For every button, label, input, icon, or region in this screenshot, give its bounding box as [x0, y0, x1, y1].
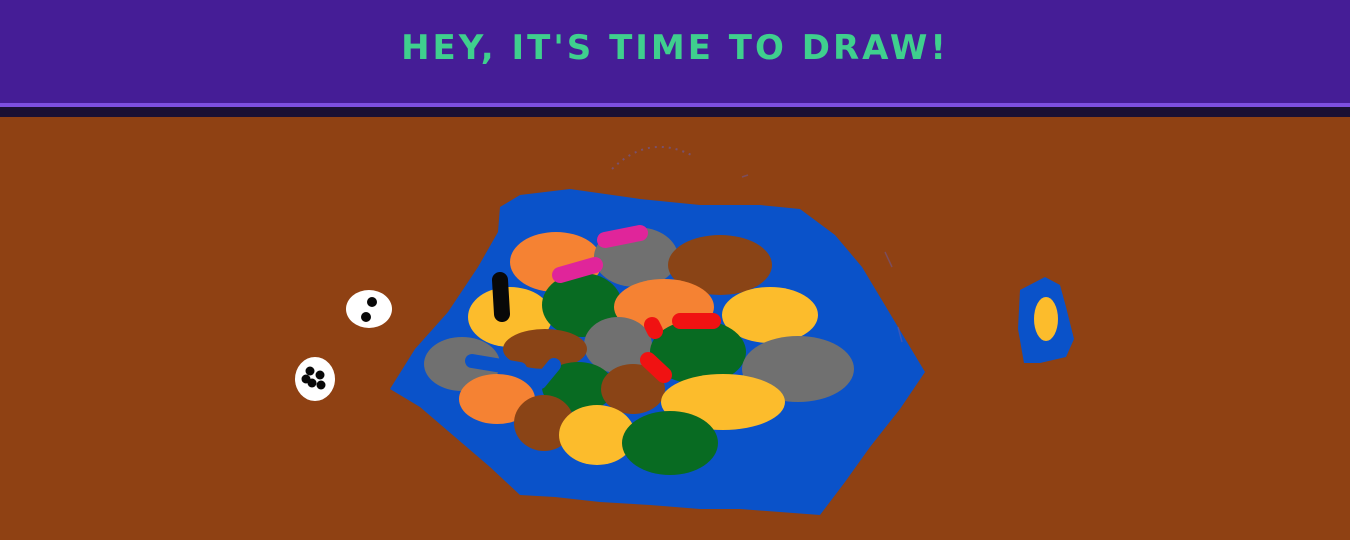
- drawing-canvas[interactable]: [0, 117, 1350, 540]
- black-stroke: [492, 272, 510, 322]
- dice-icon: [346, 290, 392, 328]
- small-yellow-patch: [1034, 297, 1058, 341]
- pink-stroke: [552, 257, 603, 283]
- header-bar: HEY, IT'S TIME TO DRAW!: [0, 0, 1350, 103]
- dice-icon: [295, 357, 335, 401]
- red-stroke: [640, 352, 672, 383]
- red-stroke: [644, 317, 663, 339]
- blue-stroke: [465, 354, 527, 376]
- faint-dotted-stroke: [611, 145, 696, 170]
- header-shadow: [0, 107, 1350, 117]
- drawing-surface[interactable]: [0, 117, 1350, 540]
- page-title: HEY, IT'S TIME TO DRAW!: [401, 27, 949, 68]
- pink-stroke: [597, 225, 648, 248]
- green-patch: [622, 411, 718, 475]
- drawing-app: HEY, IT'S TIME TO DRAW!: [0, 0, 1350, 540]
